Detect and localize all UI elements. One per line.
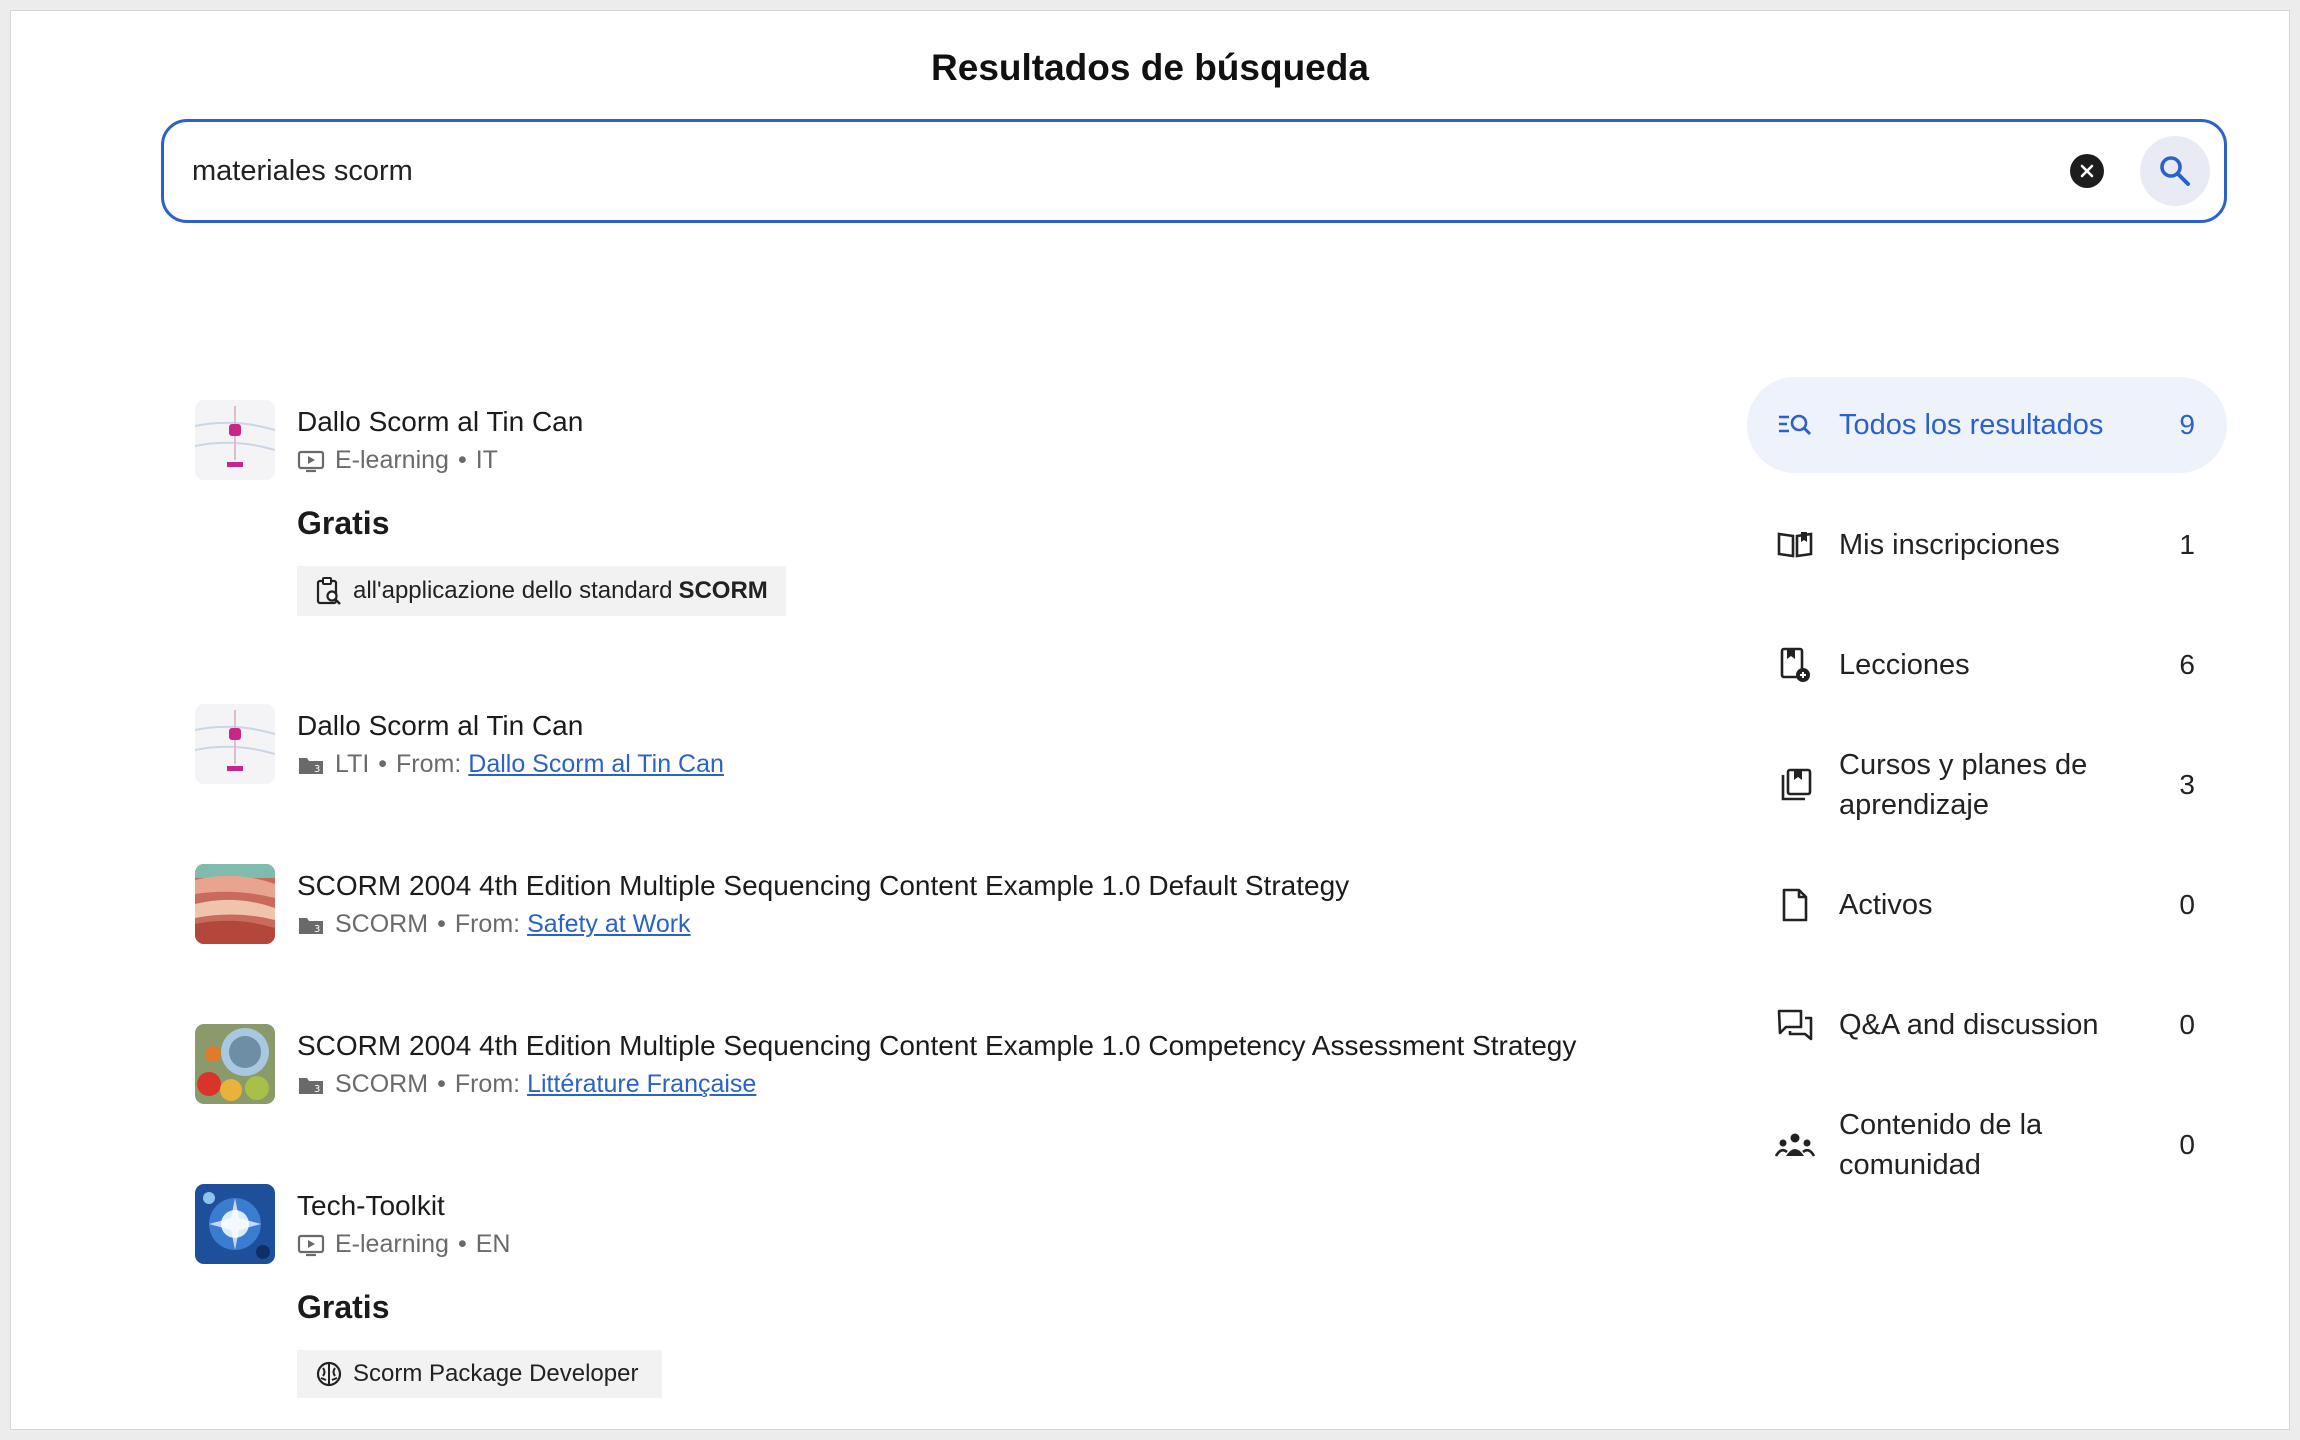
svg-text:3: 3 <box>314 1084 320 1095</box>
result-language: EN <box>475 1230 511 1258</box>
result-type: SCORM <box>335 1070 429 1098</box>
filter-courses-and-plans[interactable]: Cursos y planes de aprendizaje 3 <box>1747 737 2227 833</box>
clear-search-button[interactable] <box>2070 154 2104 188</box>
result-title[interactable]: SCORM 2004 4th Edition Multiple Sequenci… <box>297 868 1349 904</box>
result-type: E-learning <box>335 1230 449 1258</box>
book-icon <box>1775 530 1815 560</box>
result-meta: E-learning • EN <box>297 1230 662 1259</box>
clipboard-search-icon <box>315 576 343 606</box>
filter-all-results[interactable]: Todos los resultados 9 <box>1747 377 2227 473</box>
result-type: E-learning <box>335 446 449 474</box>
result-source-link[interactable]: Littérature Française <box>527 1070 756 1099</box>
page-title: Resultados de búsqueda <box>931 47 1369 88</box>
chat-icon <box>1775 1008 1815 1042</box>
result-thumbnail <box>195 864 275 944</box>
svg-text:3: 3 <box>314 924 320 935</box>
folder-icon: 3 <box>297 913 325 937</box>
result-price: Gratis <box>297 1289 390 1325</box>
result-type: LTI <box>335 750 370 778</box>
result-title[interactable]: Tech-Toolkit <box>297 1188 662 1224</box>
result-thumbnail <box>195 1024 275 1104</box>
brain-icon <box>315 1360 343 1388</box>
result-thumbnail <box>195 704 275 784</box>
filter-assets[interactable]: Activos 0 <box>1747 857 2227 953</box>
play-screen-icon <box>297 1233 325 1257</box>
result-type: SCORM <box>335 910 429 938</box>
result-thumbnail <box>195 400 275 480</box>
result-language: IT <box>475 446 498 474</box>
search-input[interactable] <box>164 122 2070 220</box>
result-meta: 3 SCORM • From: Safety at Work <box>297 910 1349 939</box>
app-frame: Resultados de búsqueda materiales scorm … <box>10 10 2290 1430</box>
lesson-icon <box>1775 646 1815 684</box>
filter-my-enrollments[interactable]: Mis inscripciones 1 <box>1747 497 2227 593</box>
svg-text:3: 3 <box>314 764 320 775</box>
folder-icon: 3 <box>297 753 325 777</box>
course-stack-icon <box>1775 767 1815 803</box>
list-search-icon <box>1775 411 1815 439</box>
result-title[interactable]: Dallo Scorm al Tin Can <box>297 708 724 744</box>
result-meta: E-learning • IT <box>297 446 786 475</box>
search-icon <box>2160 156 2190 186</box>
community-icon <box>1775 1130 1815 1160</box>
filter-community-content[interactable]: Contenido de la comunidad 0 <box>1747 1097 2227 1193</box>
result-title[interactable]: SCORM 2004 4th Edition Multiple Sequenci… <box>297 1028 1576 1064</box>
result-skill-chip: all'applicazione dello standard SCORM <box>297 566 786 616</box>
filter-qa-discussion[interactable]: Q&A and discussion 0 <box>1747 977 2227 1073</box>
result-title[interactable]: Dallo Scorm al Tin Can <box>297 404 786 440</box>
result-thumbnail <box>195 1184 275 1264</box>
folder-icon: 3 <box>297 1073 325 1097</box>
document-icon <box>1775 887 1815 923</box>
play-screen-icon <box>297 449 325 473</box>
close-icon <box>2080 164 2094 178</box>
result-price: Gratis <box>297 505 390 541</box>
search-button[interactable] <box>2140 136 2210 206</box>
filter-lessons[interactable]: Lecciones 6 <box>1747 617 2227 713</box>
search-box <box>161 119 2227 223</box>
result-source-link[interactable]: Safety at Work <box>527 910 691 939</box>
result-meta: 3 LTI • From: Dallo Scorm al Tin Can <box>297 750 724 779</box>
result-meta: 3 SCORM • From: Littérature Française <box>297 1070 1576 1099</box>
result-skill-chip: Scorm Package Developer <box>297 1350 663 1398</box>
result-source-link[interactable]: Dallo Scorm al Tin Can <box>468 750 724 779</box>
